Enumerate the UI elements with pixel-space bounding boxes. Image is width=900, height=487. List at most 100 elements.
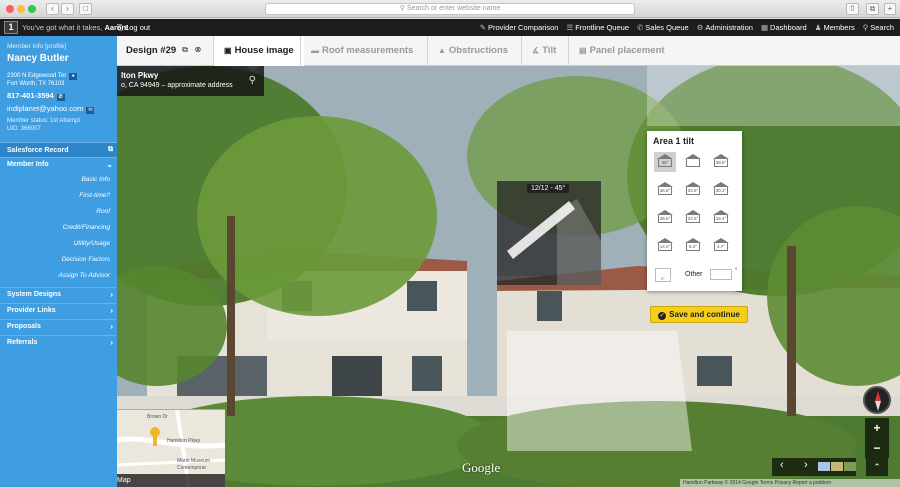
nav-search[interactable]: ⚲ Search bbox=[863, 23, 894, 32]
tilt-option-label: 9.4° bbox=[688, 244, 698, 249]
map-pin-icon[interactable]: ● bbox=[69, 73, 78, 80]
copy-icon[interactable]: ⧉ bbox=[180, 45, 190, 55]
compass-icon[interactable] bbox=[863, 386, 891, 414]
forward-icon[interactable]: › bbox=[61, 3, 74, 15]
angle-icon: ∡ bbox=[532, 46, 540, 55]
pitch-indicator-icon bbox=[507, 199, 601, 285]
camera-icon: ▣ bbox=[224, 46, 232, 55]
zoom-in-button[interactable]: + bbox=[865, 418, 889, 438]
tab-obstructions[interactable]: ▲ Obstructions bbox=[427, 36, 518, 66]
phone-icon[interactable]: ✆ bbox=[56, 94, 65, 101]
sidebar-item-roof[interactable]: Roof bbox=[0, 204, 110, 220]
member-phone: 817-401-3594 ✆ bbox=[7, 91, 65, 101]
location-pin-icon[interactable]: ⚲ bbox=[249, 75, 256, 86]
delete-icon[interactable]: ⊗ bbox=[193, 45, 203, 55]
minimize-window-icon[interactable] bbox=[17, 5, 25, 13]
expand-icon[interactable]: ⌃ bbox=[866, 458, 888, 476]
tabs-icon[interactable]: ⧉ bbox=[866, 3, 879, 15]
gear-icon: ⚙ bbox=[696, 23, 704, 32]
check-icon: ✓ bbox=[658, 312, 667, 320]
sidebar-section-member-info[interactable]: Member Info ⌄ bbox=[0, 157, 117, 171]
chevron-right-icon: › bbox=[110, 290, 113, 299]
tab-roof-measurements[interactable]: ▬ Roof measurements bbox=[300, 36, 423, 66]
nav-dashboard[interactable]: ▦ Dashboard bbox=[761, 23, 807, 32]
tilt-option-label: 4.7° bbox=[716, 244, 726, 249]
sidebar-section-referrals[interactable]: Referrals › bbox=[0, 335, 117, 349]
tilt-option-label: 14.0° bbox=[659, 244, 671, 249]
salesforce-record-link[interactable]: Salesforce Record ⧉ bbox=[0, 142, 117, 157]
tilt-option-label: 22.6° bbox=[687, 216, 699, 221]
tilt-option[interactable]: 22.6° bbox=[682, 208, 704, 228]
close-window-icon[interactable] bbox=[6, 5, 14, 13]
sidebar-section-provider-links[interactable]: Provider Links › bbox=[0, 303, 117, 317]
logout-link[interactable]: ⎘ Log out bbox=[117, 23, 150, 33]
tilt-option[interactable]: 36.8° bbox=[654, 180, 676, 200]
tilt-option[interactable]: 18.4° bbox=[710, 208, 732, 228]
maximize-window-icon[interactable] bbox=[28, 5, 36, 13]
tilt-option[interactable]: 45° bbox=[654, 152, 676, 172]
minimap-label-bar[interactable]: Map bbox=[117, 474, 225, 487]
imagery-thumbnails[interactable] bbox=[818, 462, 858, 472]
sidebar-item-decision-factors[interactable]: Decision Factors bbox=[0, 252, 110, 268]
save-and-continue-button[interactable]: ✓ Save and continue bbox=[650, 306, 748, 323]
sidebar-toggle-icon[interactable]: □ bbox=[79, 3, 92, 15]
zoom-out-button[interactable]: − bbox=[865, 438, 889, 458]
other-tilt-input[interactable] bbox=[710, 269, 732, 280]
share-icon[interactable]: ⇧ bbox=[846, 3, 859, 15]
tilt-option-label: 45° bbox=[661, 160, 669, 165]
member-sidebar: Member info [profile] Nancy Butler 2300 … bbox=[0, 36, 117, 487]
design-tab-bar: Design #29 ⧉ ⊗ ▣ House image ▬ Roof measur… bbox=[117, 36, 900, 72]
nav-administration[interactable]: ⚙ Administration bbox=[697, 23, 753, 32]
degree-symbol: ° bbox=[735, 268, 738, 274]
tilt-option[interactable]: 4.7° bbox=[710, 236, 732, 256]
cone-icon: ▲ bbox=[438, 46, 446, 55]
tilt-option[interactable]: 9.4° bbox=[682, 236, 704, 256]
minimap-street-label: Hamilton Pkwy bbox=[167, 438, 201, 444]
member-email: indiplanet@yahoo.com ✉ bbox=[7, 104, 95, 114]
thumbnail[interactable] bbox=[818, 462, 830, 471]
address-card: lton Pkwy o, CA 94949 – approximate addr… bbox=[117, 66, 264, 96]
new-tab-icon[interactable]: + bbox=[884, 3, 896, 15]
back-icon[interactable]: ‹ bbox=[46, 3, 59, 15]
thumbnail[interactable] bbox=[831, 462, 843, 471]
profile-link[interactable]: [profile] bbox=[45, 43, 66, 50]
sidebar-item-basic-info[interactable]: Basic Info bbox=[0, 172, 110, 188]
sidebar-section-system-designs[interactable]: System Designs › bbox=[0, 287, 117, 301]
email-icon[interactable]: ✉ bbox=[86, 107, 95, 114]
sidebar-item-first-time[interactable]: First-time? bbox=[0, 188, 110, 204]
phone-icon: ✆ bbox=[637, 23, 644, 32]
sidebar-section-proposals[interactable]: Proposals › bbox=[0, 319, 117, 333]
tilt-option[interactable]: 39.8° bbox=[710, 152, 732, 172]
tilt-option[interactable]: 14.0° bbox=[654, 236, 676, 256]
panel-icon: ▤ bbox=[579, 46, 587, 55]
tilt-option[interactable]: 26.5° bbox=[654, 208, 676, 228]
sidebar-item-assign-advisor[interactable]: Assign To Advisor bbox=[0, 268, 110, 284]
pencil-icon: ✎ bbox=[479, 23, 487, 32]
map-footer: Hamilton Parkway © 2014 Google Terms Pri… bbox=[680, 479, 900, 487]
pitch-measure-tool[interactable]: 12/12 - 45° bbox=[497, 181, 601, 285]
address-bar-placeholder: Search or enter website name bbox=[406, 5, 501, 12]
nav-sales-queue[interactable]: ✆ Sales Queue bbox=[637, 23, 689, 32]
tilt-option[interactable]: 30.2° bbox=[710, 180, 732, 200]
browser-chrome: ‹ › □ ⚲ Search or enter website name ⇧ ⧉ … bbox=[0, 0, 900, 18]
member-status: Member status: 1st Attempt UID: 366007 bbox=[7, 118, 81, 132]
address-city: o, CA 94949 – approximate address bbox=[121, 82, 233, 89]
nav-provider-comparison[interactable]: ✎ Provider Comparison bbox=[480, 23, 559, 32]
next-arrow-icon[interactable]: › bbox=[804, 459, 808, 471]
tab-tilt[interactable]: ∡ Tilt bbox=[521, 36, 566, 66]
address-bar[interactable]: ⚲ Search or enter website name bbox=[265, 3, 635, 15]
minimap-place-label: Marin Museum bbox=[177, 458, 211, 464]
tab-house-image[interactable]: ▣ House image bbox=[213, 36, 304, 66]
tilt-option-flat[interactable]: 0° bbox=[655, 268, 671, 282]
nav-members[interactable]: ♟ Members bbox=[815, 23, 855, 32]
tab-panel-placement[interactable]: ▤ Panel placement bbox=[568, 36, 675, 66]
nav-frontline-queue[interactable]: ☰ Frontline Queue bbox=[566, 23, 629, 32]
tilt-option[interactable]: 33.6° bbox=[682, 180, 704, 200]
sidebar-item-credit-financing[interactable]: Credit/Financing bbox=[0, 220, 110, 236]
tilt-option-label: 30.2° bbox=[715, 188, 727, 193]
thumbnail[interactable] bbox=[844, 462, 856, 471]
app-logo-icon[interactable]: 1 bbox=[4, 21, 18, 34]
sidebar-item-utility-usage[interactable]: Utility/Usage bbox=[0, 236, 110, 252]
tilt-option[interactable] bbox=[682, 152, 704, 172]
previous-arrow-icon[interactable]: ‹ bbox=[780, 459, 784, 471]
